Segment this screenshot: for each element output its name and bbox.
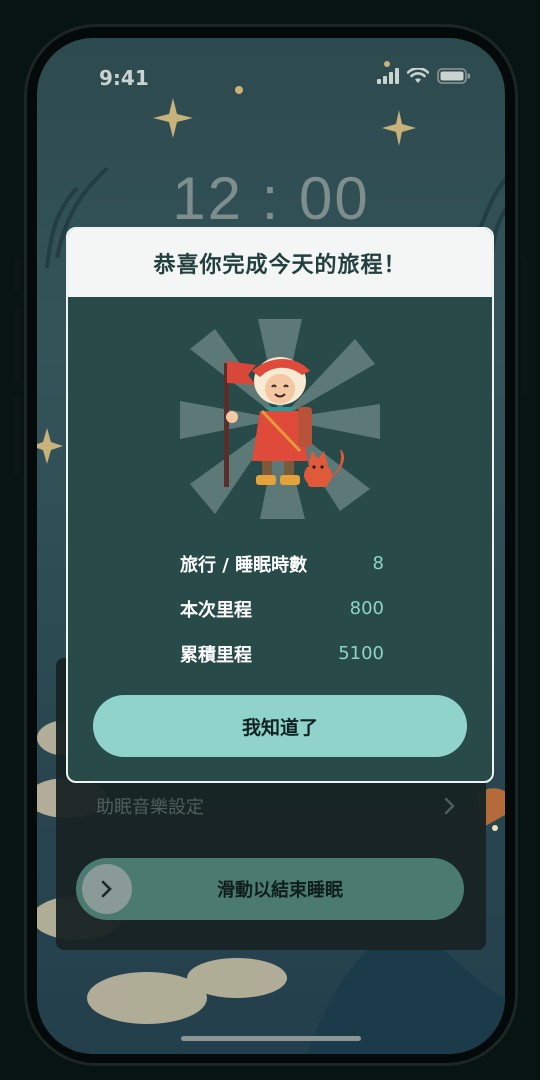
acknowledge-button[interactable]: 我知道了 xyxy=(93,695,467,757)
battery-icon xyxy=(437,68,470,84)
lock-clock: 12 : 00 xyxy=(172,165,370,232)
status-bar: 9:41 xyxy=(37,38,505,118)
stat-row-trip-distance: 本次里程 800 xyxy=(180,586,384,631)
status-time: 9:41 xyxy=(99,66,149,90)
stat-value: 5100 xyxy=(338,643,384,664)
end-sleep-slider[interactable]: 滑動以結束睡眠 xyxy=(76,858,464,920)
chevron-right-icon xyxy=(444,797,455,815)
journey-stats: 旅行 / 睡眠時數 8 本次里程 800 累積里程 5100 xyxy=(180,541,384,676)
stat-row-total-distance: 累積里程 5100 xyxy=(180,631,384,676)
mute-switch xyxy=(14,258,20,290)
journey-complete-dialog: 恭喜你完成今天的旅程！ 旅行 / 睡眠時數 8 本次里程 800 累積里程 51… xyxy=(66,227,494,783)
volume-down-button xyxy=(14,396,20,474)
stat-row-sleep-hours: 旅行 / 睡眠時數 8 xyxy=(180,541,384,586)
stat-value: 8 xyxy=(372,553,384,574)
wifi-icon xyxy=(407,68,429,83)
status-icons xyxy=(377,68,471,84)
slider-handle[interactable] xyxy=(82,864,132,914)
chevron-right-icon xyxy=(101,880,112,898)
dialog-title: 恭喜你完成今天的旅程！ xyxy=(68,229,492,297)
power-button xyxy=(522,256,528,394)
stat-label: 旅行 / 睡眠時數 xyxy=(180,554,308,576)
stat-label: 累積里程 xyxy=(180,644,252,666)
signal-icon xyxy=(377,68,399,84)
music-settings-row[interactable]: 助眠音樂設定 xyxy=(96,793,456,819)
home-indicator[interactable] xyxy=(181,1036,361,1041)
music-settings-label: 助眠音樂設定 xyxy=(96,797,204,818)
volume-up-button xyxy=(14,306,20,384)
stat-label: 本次里程 xyxy=(180,599,252,621)
traveler-illustration xyxy=(180,319,380,519)
slider-label: 滑動以結束睡眠 xyxy=(217,880,343,901)
stat-value: 800 xyxy=(349,598,384,619)
